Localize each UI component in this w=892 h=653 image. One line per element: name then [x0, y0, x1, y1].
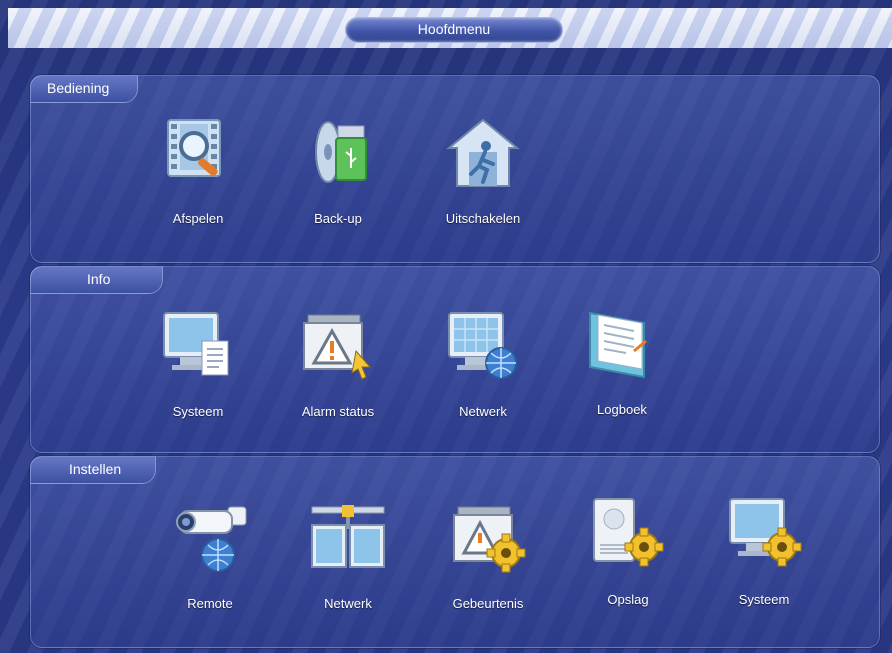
menu-item-uitschakelen[interactable]: Uitschakelen	[418, 116, 548, 226]
alarm-warning-icon	[303, 314, 372, 380]
backup-disc-usb-icon	[315, 121, 367, 183]
menu-item-opslag[interactable]: Opslag	[563, 497, 693, 607]
menu-item-netwerk-info[interactable]: Netwerk	[418, 309, 548, 419]
logbook-icon	[589, 311, 647, 379]
event-gear-icon	[453, 506, 526, 573]
menu-item-alarm-status[interactable]: Alarm status	[273, 309, 403, 419]
menu-item-label: Gebeurtenis	[452, 596, 524, 611]
menu-item-label: Remote	[187, 596, 233, 611]
network-setup-icon	[311, 505, 385, 568]
remote-camera-icon	[176, 506, 247, 572]
menu-item-label: Alarm status	[301, 404, 375, 419]
menu-item-label: Back-up	[314, 211, 362, 226]
section-info: Info Systeem Alarm status Netwerk Logboe…	[30, 266, 880, 453]
menu-item-label: Opslag	[607, 592, 649, 607]
menu-item-systeem-info[interactable]: Systeem	[133, 309, 263, 419]
menu-item-label: Systeem	[738, 592, 790, 607]
page-title: Hoofdmenu	[345, 17, 563, 43]
section-instellen: Instellen Remote Netwerk Gebeurtenis Ops…	[30, 456, 880, 648]
network-globe-monitor-icon	[448, 312, 517, 379]
menu-item-back-up[interactable]: Back-up	[273, 116, 403, 226]
menu-item-afspelen[interactable]: Afspelen	[133, 116, 263, 226]
menu-item-systeem-setup[interactable]: Systeem	[699, 497, 829, 607]
menu-item-label: Systeem	[172, 404, 224, 419]
section-label-instellen: Instellen	[30, 456, 157, 484]
section-label-info: Info	[30, 266, 164, 294]
system-gear-icon	[729, 498, 802, 567]
section-bediening: Bediening Afspelen Back-up Uitschakelen	[30, 75, 880, 263]
menu-item-label: Netwerk	[459, 404, 507, 419]
storage-gear-icon	[593, 498, 664, 567]
main-menu-screen: Hoofdmenu Bediening Afspelen Back-up Uit…	[0, 0, 892, 653]
section-label-bediening: Bediening	[30, 75, 139, 103]
playback-magnifier-icon	[167, 119, 221, 177]
menu-item-label: Afspelen	[172, 211, 224, 226]
menu-item-netwerk-setup[interactable]: Netwerk	[283, 501, 413, 611]
menu-item-remote[interactable]: Remote	[145, 501, 275, 611]
system-info-monitor-icon	[163, 312, 229, 376]
menu-item-gebeurtenis[interactable]: Gebeurtenis	[423, 501, 553, 611]
menu-item-label: Netwerk	[324, 596, 372, 611]
menu-item-logboek[interactable]: Logboek	[557, 307, 687, 417]
exit-house-icon	[446, 118, 520, 187]
menu-item-label: Uitschakelen	[445, 211, 521, 226]
menu-item-label: Logboek	[597, 402, 647, 417]
